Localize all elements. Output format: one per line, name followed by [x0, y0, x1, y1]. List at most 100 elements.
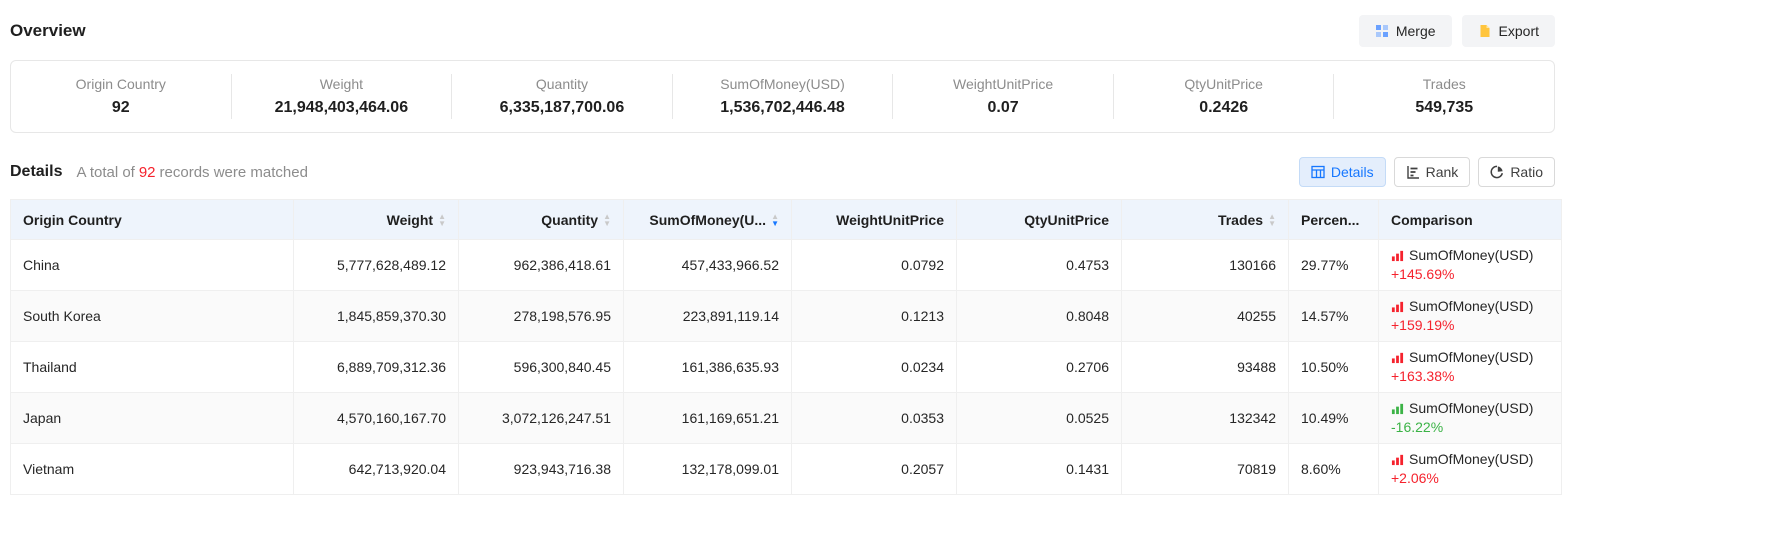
stat-label: Quantity — [458, 76, 666, 92]
column-label: SumOfMoney(U... — [649, 212, 766, 228]
table-row[interactable]: South Korea 1,845,859,370.30 278,198,576… — [11, 291, 1562, 342]
stat-quantity: Quantity 6,335,187,700.06 — [452, 74, 673, 119]
cell-weight-unit-price: 0.0792 — [792, 240, 957, 291]
summary-prefix: A total of — [76, 164, 134, 181]
details-table: Origin Country Weight▲▼ Quantity▲▼ SumOf… — [10, 199, 1562, 495]
cell-country: Japan — [11, 393, 294, 444]
cell-weight: 6,889,709,312.36 — [294, 342, 459, 393]
cell-weight: 1,845,859,370.30 — [294, 291, 459, 342]
merge-button-label: Merge — [1396, 23, 1436, 39]
tab-rank-label: Rank — [1426, 164, 1459, 180]
cell-trades: 130166 — [1122, 240, 1289, 291]
stat-value: 0.07 — [899, 99, 1107, 117]
stat-label: QtyUnitPrice — [1120, 76, 1328, 92]
cell-sum-of-money: 132,178,099.01 — [624, 444, 792, 495]
column-header-comparison: Comparison — [1379, 200, 1562, 240]
export-button[interactable]: Export — [1462, 15, 1555, 47]
export-button-label: Export — [1499, 23, 1539, 39]
tab-ratio[interactable]: Ratio — [1478, 157, 1555, 187]
table-row[interactable]: Japan 4,570,160,167.70 3,072,126,247.51 … — [11, 393, 1562, 444]
column-label: Comparison — [1391, 212, 1473, 228]
stat-sum-of-money: SumOfMoney(USD) 1,536,702,446.48 — [673, 74, 894, 119]
column-header-sum-of-money[interactable]: SumOfMoney(U...▲▼ — [624, 200, 792, 240]
cell-qty-unit-price: 0.4753 — [957, 240, 1122, 291]
stat-trades: Trades 549,735 — [1334, 74, 1554, 119]
cell-comparison: SumOfMoney(USD) +2.06% — [1379, 444, 1562, 495]
comparison-change: +163.38% — [1391, 367, 1549, 386]
cell-sum-of-money: 223,891,119.14 — [624, 291, 792, 342]
comparison-metric: SumOfMoney(USD) — [1409, 348, 1533, 367]
ratio-pie-icon — [1490, 165, 1504, 179]
cell-percentage: 29.77% — [1289, 240, 1379, 291]
comparison-block: SumOfMoney(USD) +163.38% — [1391, 342, 1549, 392]
page: Overview Merge Export Origin Country 92 … — [0, 0, 1565, 495]
column-header-quantity[interactable]: Quantity ▲▼ — [459, 200, 624, 240]
cell-comparison: SumOfMoney(USD) +163.38% — [1379, 342, 1562, 393]
column-label: Weight — [387, 212, 433, 228]
merge-button[interactable]: Merge — [1359, 15, 1452, 47]
cell-qty-unit-price: 0.0525 — [957, 393, 1122, 444]
sort-icons: ▲▼ — [1268, 213, 1276, 227]
column-header-weight[interactable]: Weight▲▼ — [294, 200, 459, 240]
column-label: Quantity — [541, 212, 598, 228]
cell-sum-of-money: 457,433,966.52 — [624, 240, 792, 291]
stat-label: SumOfMoney(USD) — [679, 76, 887, 92]
details-header: Details A total of92records were matched… — [10, 157, 1555, 187]
cell-weight: 4,570,160,167.70 — [294, 393, 459, 444]
cell-weight-unit-price: 0.0234 — [792, 342, 957, 393]
table-row[interactable]: Thailand 6,889,709,312.36 596,300,840.45… — [11, 342, 1562, 393]
tab-ratio-label: Ratio — [1510, 164, 1543, 180]
merge-icon — [1375, 24, 1389, 38]
cell-qty-unit-price: 0.2706 — [957, 342, 1122, 393]
comparison-metric: SumOfMoney(USD) — [1409, 399, 1533, 418]
column-label: Percen... — [1301, 212, 1359, 228]
cell-comparison: SumOfMoney(USD) +159.19% — [1379, 291, 1562, 342]
cell-quantity: 596,300,840.45 — [459, 342, 624, 393]
comparison-change: +145.69% — [1391, 265, 1549, 284]
cell-sum-of-money: 161,386,635.93 — [624, 342, 792, 393]
stat-origin-country: Origin Country 92 — [11, 74, 232, 119]
trend-chart-icon — [1391, 351, 1404, 364]
stat-value: 21,948,403,464.06 — [238, 99, 446, 117]
trend-chart-icon — [1391, 453, 1404, 466]
export-icon — [1478, 24, 1492, 38]
topbar-actions: Merge Export — [1359, 15, 1555, 47]
stat-weight-unit-price: WeightUnitPrice 0.07 — [893, 74, 1114, 119]
column-label: Trades — [1218, 212, 1263, 228]
comparison-metric: SumOfMoney(USD) — [1409, 246, 1533, 265]
stat-value: 1,536,702,446.48 — [679, 99, 887, 117]
bar-chart-icon — [1406, 165, 1420, 179]
comparison-metric: SumOfMoney(USD) — [1409, 297, 1533, 316]
cell-percentage: 8.60% — [1289, 444, 1379, 495]
table-view-icon — [1311, 165, 1325, 179]
column-header-percentage: Percen... — [1289, 200, 1379, 240]
cell-comparison: SumOfMoney(USD) -16.22% — [1379, 393, 1562, 444]
cell-quantity: 962,386,418.61 — [459, 240, 624, 291]
cell-weight-unit-price: 0.0353 — [792, 393, 957, 444]
tab-details[interactable]: Details — [1299, 157, 1386, 187]
summary-suffix: records were matched — [160, 164, 308, 181]
tab-rank[interactable]: Rank — [1394, 157, 1471, 187]
comparison-change: +2.06% — [1391, 469, 1549, 488]
cell-trades: 40255 — [1122, 291, 1289, 342]
column-header-weight-unit-price: WeightUnitPrice — [792, 200, 957, 240]
overview-stats-bar: Origin Country 92 Weight 21,948,403,464.… — [10, 60, 1555, 133]
stat-weight: Weight 21,948,403,464.06 — [232, 74, 453, 119]
details-summary: A total of92records were matched — [76, 164, 307, 181]
cell-quantity: 3,072,126,247.51 — [459, 393, 624, 444]
cell-weight: 5,777,628,489.12 — [294, 240, 459, 291]
topbar: Overview Merge Export — [10, 12, 1555, 50]
cell-country: Thailand — [11, 342, 294, 393]
table-row[interactable]: China 5,777,628,489.12 962,386,418.61 45… — [11, 240, 1562, 291]
cell-trades: 93488 — [1122, 342, 1289, 393]
cell-percentage: 10.49% — [1289, 393, 1379, 444]
comparison-block: SumOfMoney(USD) +2.06% — [1391, 444, 1549, 494]
cell-qty-unit-price: 0.1431 — [957, 444, 1122, 495]
cell-weight: 642,713,920.04 — [294, 444, 459, 495]
comparison-change: -16.22% — [1391, 418, 1549, 437]
trend-chart-icon — [1391, 402, 1404, 415]
column-label: WeightUnitPrice — [836, 212, 944, 228]
table-row[interactable]: Vietnam 642,713,920.04 923,943,716.38 13… — [11, 444, 1562, 495]
column-header-trades[interactable]: Trades ▲▼ — [1122, 200, 1289, 240]
sort-icons: ▲▼ — [603, 213, 611, 227]
